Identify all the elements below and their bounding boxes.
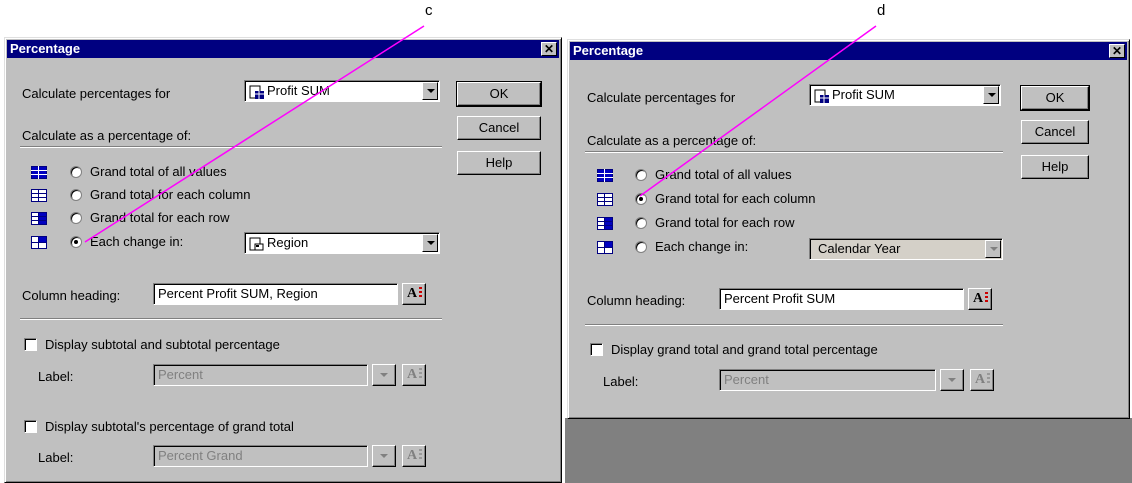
- grid-column-icon: [597, 193, 613, 206]
- ok-button[interactable]: OK: [1020, 85, 1090, 111]
- subtotal-check-label: Display subtotal and subtotal percentage: [45, 337, 280, 352]
- font-icon: A: [407, 448, 418, 463]
- chevron-down-icon[interactable]: [422, 82, 438, 100]
- calc-for-dropdown[interactable]: Profit SUM: [244, 80, 440, 102]
- percentage-dialog-right: Percentage ✕ Calculate percentages for P…: [567, 39, 1130, 419]
- option-label: Grand total of all values: [655, 167, 792, 182]
- title-bar: Percentage ✕: [570, 42, 1127, 60]
- grand-checkbox[interactable]: [24, 420, 37, 433]
- callout-c: c: [425, 2, 433, 19]
- separator: [585, 151, 1003, 153]
- font-icon: A: [407, 286, 418, 301]
- help-button[interactable]: Help: [457, 151, 541, 175]
- grand-check-label: Display subtotal's percentage of grand t…: [45, 419, 294, 434]
- calc-for-value: Profit SUM: [267, 83, 330, 98]
- measure-icon: [249, 84, 265, 100]
- chevron-down-icon[interactable]: [985, 240, 1001, 258]
- radio-each-change[interactable]: [635, 241, 647, 253]
- separator: [20, 318, 442, 320]
- label1-input[interactable]: Percent: [719, 369, 936, 391]
- radio-grand-total-column[interactable]: [635, 193, 647, 205]
- grand-check-label: Display grand total and grand total perc…: [611, 342, 878, 357]
- label1-font-button[interactable]: A: [970, 369, 994, 391]
- cancel-button[interactable]: Cancel: [1021, 120, 1089, 144]
- font-button[interactable]: A: [968, 288, 992, 310]
- grid-row-icon: [31, 212, 47, 225]
- option-label: Grand total for each column: [655, 191, 816, 206]
- label1-font-button[interactable]: A: [402, 364, 426, 386]
- radio-grand-total-column[interactable]: [70, 189, 82, 201]
- label1: Label:: [603, 374, 639, 389]
- percentage-dialog-left: Percentage ✕ Calculate percentages for P…: [4, 37, 562, 483]
- radio-grand-total-all[interactable]: [635, 169, 647, 181]
- label1-dropdown-button[interactable]: [940, 369, 964, 391]
- dialog-title: Percentage: [573, 43, 644, 58]
- radio-grand-total-all[interactable]: [70, 166, 82, 178]
- calc-as-label: Calculate as a percentage of:: [587, 133, 757, 148]
- close-button[interactable]: ✕: [1109, 44, 1125, 58]
- option-label: Grand total of all values: [90, 164, 227, 179]
- calc-as-label: Calculate as a percentage of:: [22, 128, 192, 143]
- change-in-value: Calendar Year: [818, 241, 901, 256]
- dimension-icon: [249, 236, 265, 252]
- option-label: Each change in:: [655, 239, 749, 254]
- close-icon: ✕: [543, 42, 555, 56]
- grid-change-icon: [31, 236, 47, 249]
- change-in-value: Region: [267, 235, 309, 250]
- ok-button[interactable]: OK: [456, 81, 542, 107]
- option-label: Each change in:: [90, 234, 184, 249]
- calc-for-value: Profit SUM: [832, 87, 895, 102]
- font-icon: A: [407, 367, 418, 382]
- label2-dropdown-button[interactable]: [372, 445, 396, 467]
- subtotal-checkbox[interactable]: [24, 338, 37, 351]
- grand-checkbox[interactable]: [590, 343, 603, 356]
- grid-all-icon: [31, 166, 47, 179]
- column-heading-input[interactable]: Percent Profit SUM: [719, 288, 964, 310]
- grid-all-icon: [597, 169, 613, 182]
- radio-each-change[interactable]: [70, 236, 82, 248]
- chevron-down-icon[interactable]: [983, 86, 999, 104]
- column-heading-label: Column heading:: [587, 293, 686, 308]
- radio-grand-total-row[interactable]: [70, 212, 82, 224]
- label1-input[interactable]: Percent: [153, 364, 368, 386]
- cancel-button[interactable]: Cancel: [457, 116, 541, 140]
- label2: Label:: [38, 450, 74, 465]
- column-heading-input[interactable]: Percent Profit SUM, Region: [153, 283, 398, 305]
- separator: [20, 146, 442, 148]
- label2-font-button[interactable]: A: [402, 445, 426, 467]
- change-in-dropdown[interactable]: Region: [244, 232, 440, 254]
- grid-column-icon: [31, 189, 47, 202]
- measure-icon: [814, 88, 830, 104]
- change-in-dropdown[interactable]: Calendar Year: [809, 238, 1003, 260]
- help-button[interactable]: Help: [1021, 155, 1089, 179]
- separator: [585, 324, 1003, 326]
- close-button[interactable]: ✕: [541, 42, 557, 56]
- dialog-title: Percentage: [10, 41, 81, 56]
- callout-d: d: [877, 2, 886, 19]
- font-icon: A: [975, 372, 986, 387]
- grid-row-icon: [597, 217, 613, 230]
- font-button[interactable]: A: [402, 283, 426, 305]
- option-label: Grand total for each row: [655, 215, 795, 230]
- option-label: Grand total for each row: [90, 210, 230, 225]
- label1-dropdown-button[interactable]: [372, 364, 396, 386]
- close-icon: ✕: [1111, 44, 1123, 58]
- label1: Label:: [38, 369, 74, 384]
- title-bar: Percentage ✕: [7, 40, 559, 58]
- radio-grand-total-row[interactable]: [635, 217, 647, 229]
- option-label: Grand total for each column: [90, 187, 251, 202]
- chevron-down-icon[interactable]: [422, 234, 438, 252]
- font-icon: A: [973, 291, 984, 306]
- background-area: [565, 418, 1132, 483]
- column-heading-label: Column heading:: [22, 288, 121, 303]
- calc-for-dropdown[interactable]: Profit SUM: [809, 84, 1001, 106]
- label2-input[interactable]: Percent Grand: [153, 445, 368, 467]
- calc-for-label: Calculate percentages for: [587, 90, 736, 105]
- grid-change-icon: [597, 241, 613, 254]
- calc-for-label: Calculate percentages for: [22, 86, 171, 101]
